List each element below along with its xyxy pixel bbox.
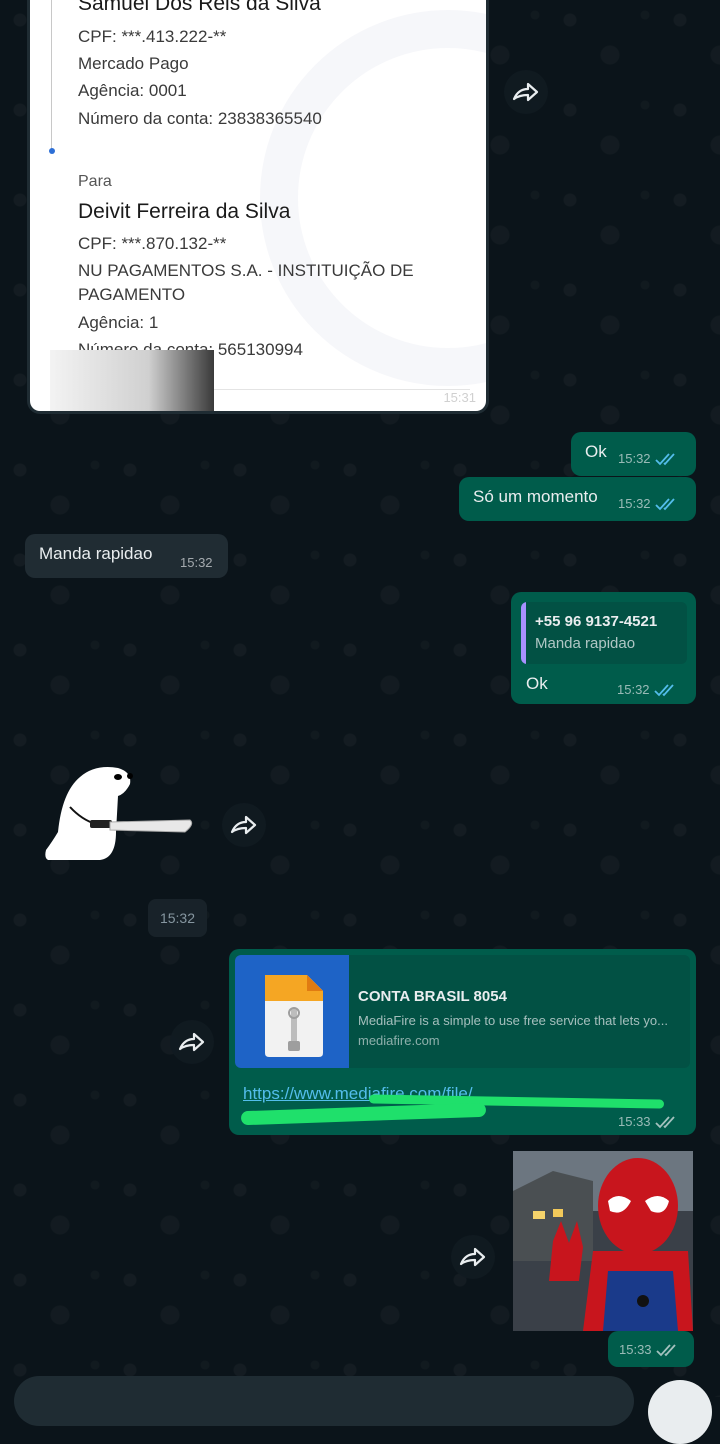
quote-author: +55 96 9137-4521: [535, 613, 658, 630]
forward-icon: [230, 815, 257, 835]
message-bubble-outgoing[interactable]: Só um momento 15:32: [459, 477, 696, 521]
quote-text: Manda rapidao: [535, 635, 636, 652]
spiderman-photo: [513, 1151, 693, 1331]
receipt-timeline-dot: [49, 148, 55, 154]
message-bubble-outgoing[interactable]: Ok 15:32: [571, 432, 696, 476]
flork-knife-sticker: [45, 767, 193, 860]
sender-name: Samuel Dos Reis da Silva: [78, 0, 321, 15]
link-description: MediaFire is a simple to use free servic…: [358, 1013, 668, 1028]
message-text: Só um momento: [473, 487, 598, 506]
double-check-icon: [654, 1115, 675, 1128]
sticker-time-chip: 15:32: [148, 899, 207, 937]
message-text: Manda rapidao: [39, 544, 153, 563]
double-check-icon: [654, 452, 675, 465]
forward-button[interactable]: [451, 1235, 495, 1279]
message-meta: 15:32: [617, 682, 678, 697]
message-time: 15:32: [180, 555, 213, 570]
forward-icon: [459, 1247, 486, 1267]
message-meta: 15:32: [180, 555, 213, 570]
message-text: Ok: [526, 674, 548, 693]
receipt-time: 15:31: [443, 390, 476, 405]
recipient-agency: Agência: 1: [78, 313, 159, 332]
sender-cpf: CPF: ***.413.222-**: [78, 27, 227, 46]
link-thumbnail: [235, 955, 349, 1068]
para-label: Para: [78, 173, 112, 190]
receipt-cropped-area: [50, 350, 214, 411]
recipient-cpf: CPF: ***.870.132-**: [78, 234, 227, 253]
message-time: 15:32: [618, 451, 651, 466]
quoted-message[interactable]: +55 96 9137-4521 Manda rapidao: [521, 602, 687, 664]
message-meta: 15:32: [618, 451, 679, 466]
redaction-mark: [240, 1102, 487, 1126]
message-meta: 15:33: [618, 1114, 679, 1129]
forward-button[interactable]: [504, 70, 548, 114]
link-preview-card[interactable]: CONTA BRASIL 8054 MediaFire is a simple …: [235, 955, 690, 1068]
message-bubble-reply[interactable]: +55 96 9137-4521 Manda rapidao Ok 15:32: [511, 592, 696, 704]
mic-button[interactable]: [648, 1380, 712, 1444]
forward-icon: [512, 82, 539, 102]
forward-button[interactable]: [222, 803, 266, 847]
double-check-icon: [655, 1343, 676, 1356]
photo-message[interactable]: [513, 1151, 693, 1331]
double-check-icon: [654, 497, 675, 510]
receipt-watermark: [260, 10, 486, 386]
message-meta: 15:32: [618, 496, 679, 511]
sender-agency: Agência: 0001: [78, 81, 187, 100]
link-title: CONTA BRASIL 8054: [358, 988, 507, 1005]
recipient-bank-line2: PAGAMENTO: [78, 285, 186, 304]
sender-bank: Mercado Pago: [78, 54, 189, 73]
forward-icon: [178, 1032, 205, 1052]
quote-accent-bar: [521, 602, 526, 664]
message-time: 15:32: [618, 496, 651, 511]
message-meta: 15:33: [619, 1342, 680, 1357]
sender-account: Número da conta: 23838365540: [78, 109, 322, 128]
message-text: Ok: [585, 442, 607, 461]
sticker-message[interactable]: [40, 762, 200, 867]
forward-button[interactable]: [170, 1020, 214, 1064]
payment-receipt-image[interactable]: Samuel Dos Reis da Silva CPF: ***.413.22…: [30, 0, 486, 411]
zip-file-icon: [265, 975, 323, 1057]
message-time: 15:33: [619, 1342, 652, 1357]
recipient-bank-line1: NU PAGAMENTOS S.A. - INSTITUIÇÃO DE: [78, 261, 414, 280]
link-message[interactable]: CONTA BRASIL 8054 MediaFire is a simple …: [229, 949, 696, 1135]
recipient-name: Deivit Ferreira da Silva: [78, 200, 291, 223]
link-domain: mediafire.com: [358, 1033, 440, 1048]
photo-meta-bubble: 15:33: [608, 1331, 694, 1367]
receipt-timeline-line: [51, 0, 52, 150]
double-check-icon: [653, 683, 674, 696]
message-time: 15:33: [618, 1114, 651, 1129]
message-bubble-incoming[interactable]: Manda rapidao 15:32: [25, 534, 228, 578]
message-input-bar[interactable]: [14, 1376, 634, 1426]
message-time: 15:32: [617, 682, 650, 697]
